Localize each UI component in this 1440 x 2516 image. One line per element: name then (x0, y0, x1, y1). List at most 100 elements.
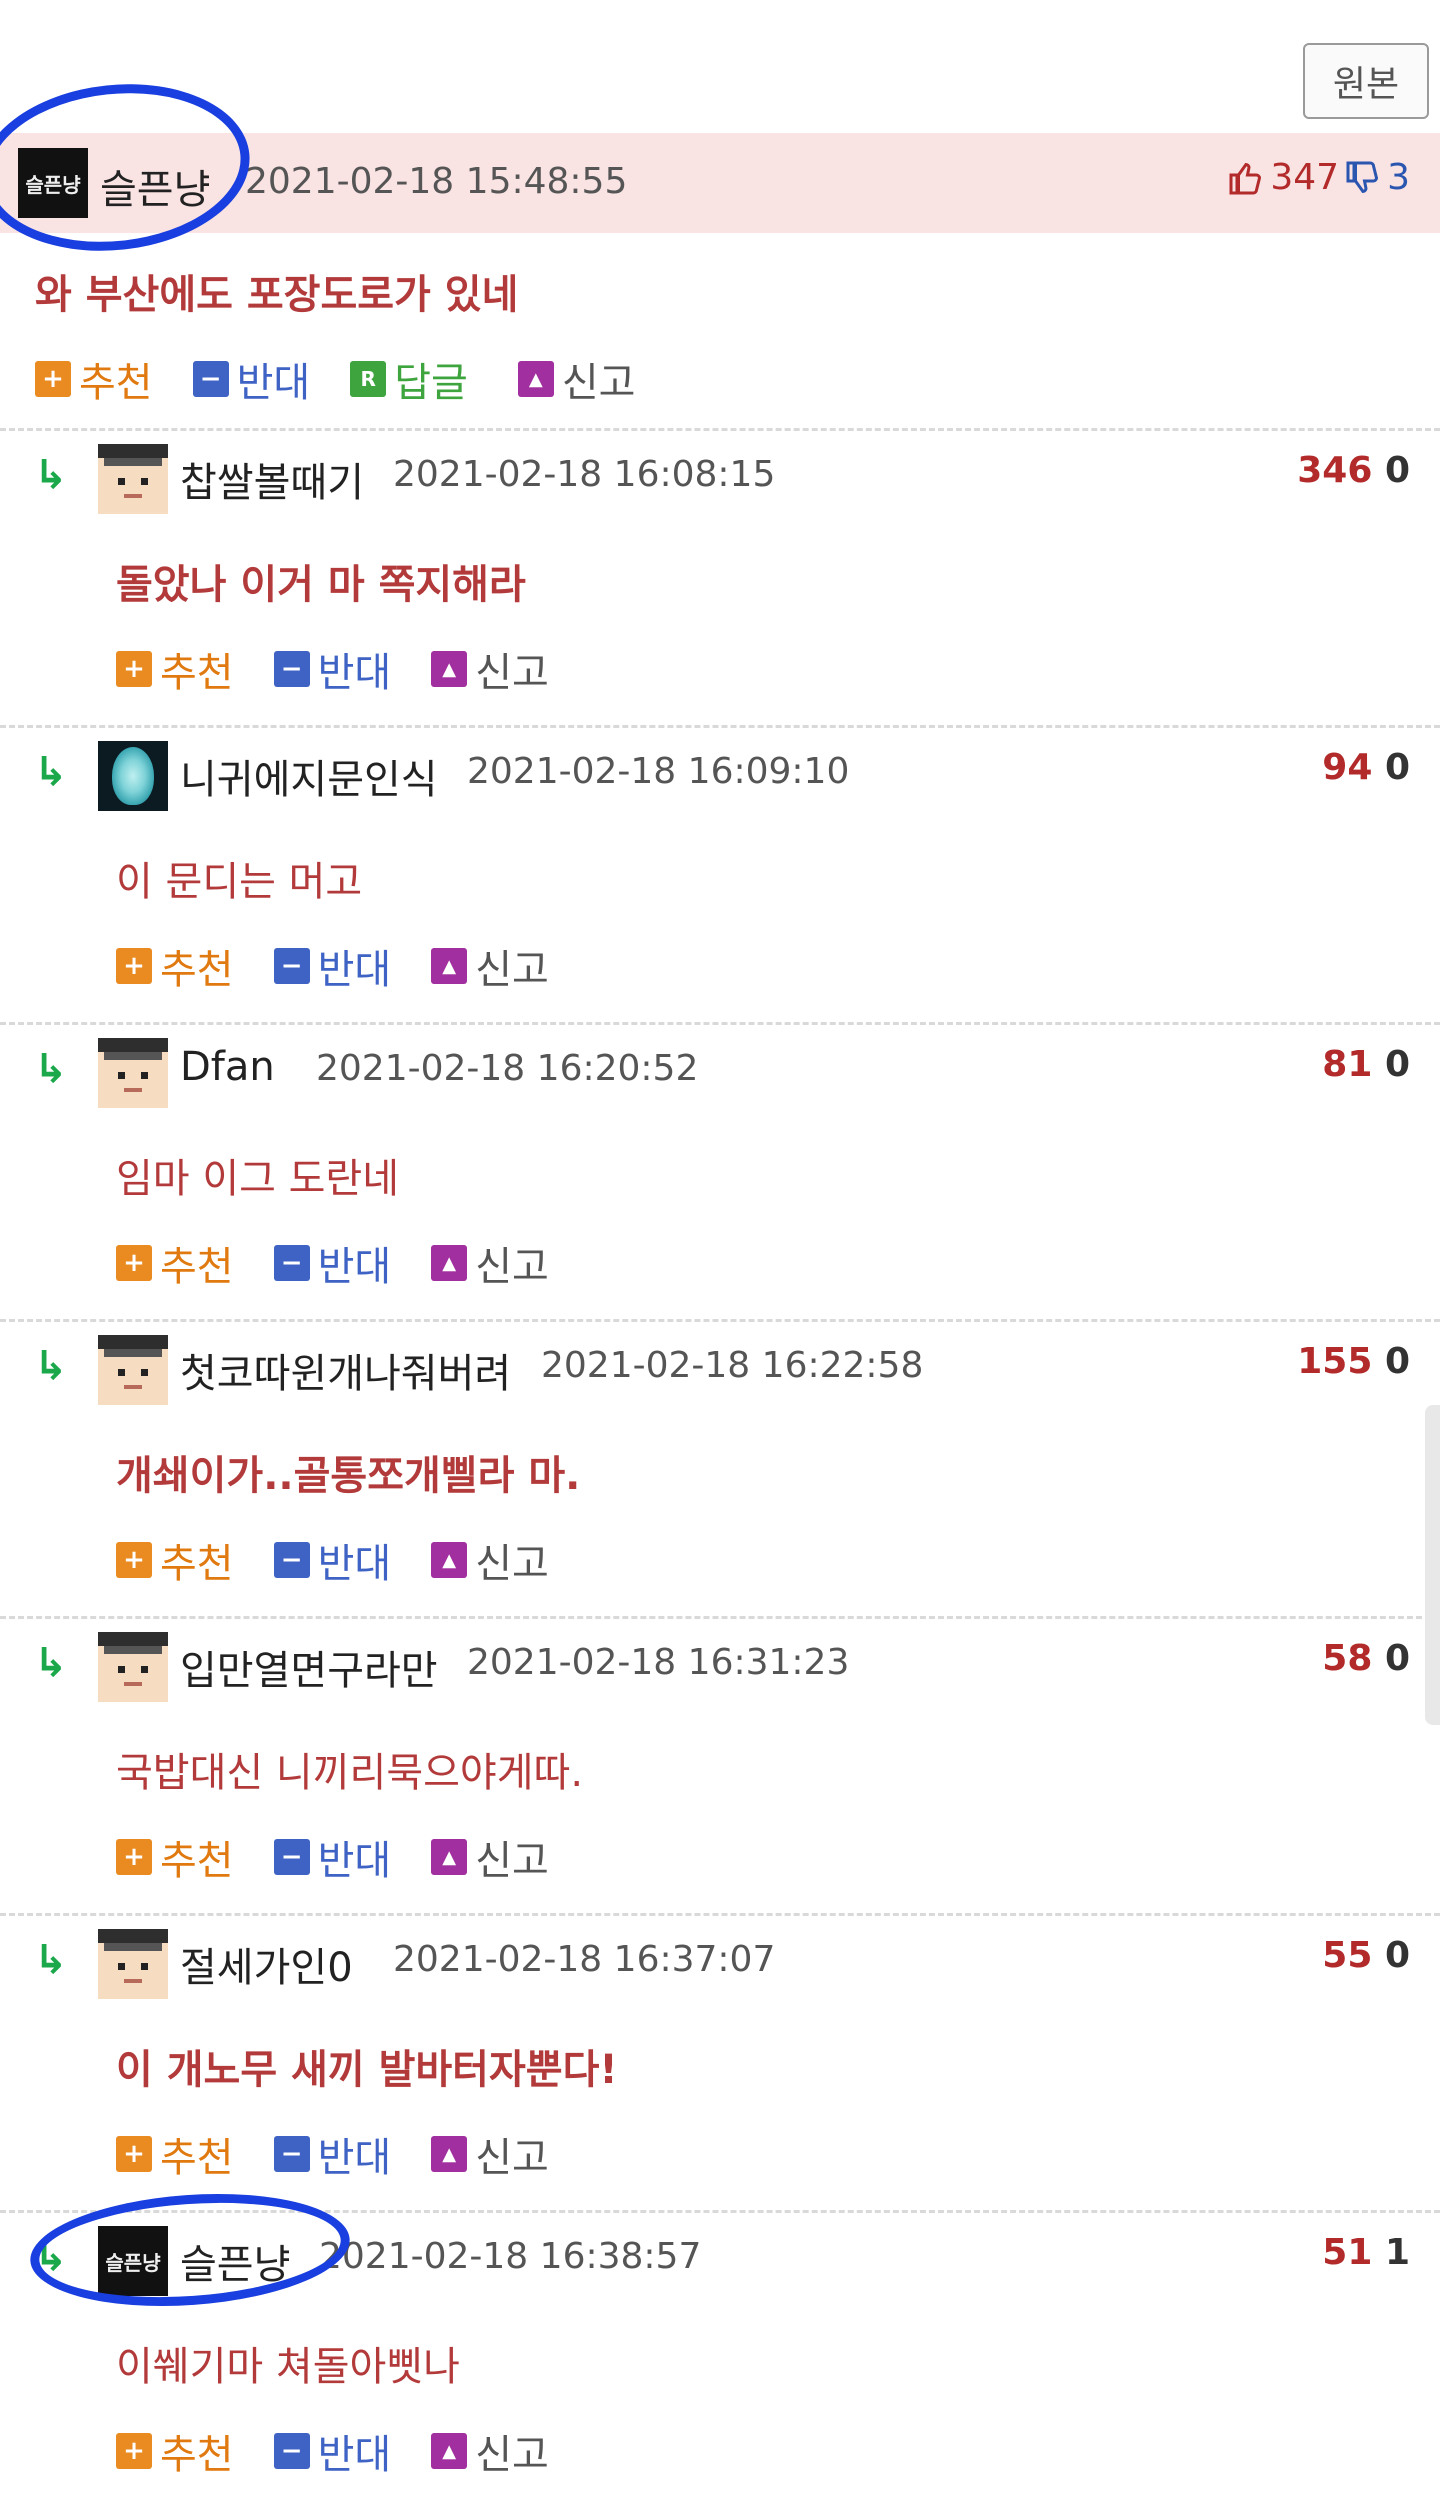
thumb-up-icon[interactable] (1228, 160, 1264, 196)
comment-actions: + 추천 − 반대 ▲ 신고 (116, 1236, 589, 1290)
minus-icon: − (273, 2136, 310, 2172)
siren-icon: ▲ (431, 1542, 468, 1578)
avatar[interactable]: 슬픈냥 (18, 148, 88, 218)
avatar[interactable] (98, 1038, 168, 1108)
avatar-cap (104, 1943, 162, 1951)
recommend-label: 추천 (160, 1838, 234, 1884)
nickname[interactable]: 찹쌀볼때기 (180, 450, 364, 508)
comment-actions: + 추천 − 반대 ▲ 신고 (116, 939, 589, 993)
scrollbar[interactable] (1425, 1405, 1440, 1725)
minus-icon: − (273, 651, 310, 687)
timestamp: 2021-02-18 16:20:52 (316, 1048, 699, 1089)
reply-arrow-icon: ↳ (34, 1046, 68, 1092)
report-button[interactable]: ▲ 신고 (431, 640, 549, 698)
siren-icon: ▲ (431, 1839, 468, 1875)
oppose-button[interactable]: − 반대 (273, 1828, 391, 1886)
avatar[interactable] (98, 1929, 168, 1999)
reply-arrow-icon: ↳ (34, 1640, 68, 1686)
recommend-button[interactable]: + 추천 (116, 1531, 234, 1589)
report-label: 신고 (475, 2432, 549, 2478)
avatar-mouth (124, 1088, 142, 1092)
divider (0, 1616, 1440, 1619)
report-button[interactable]: ▲ 신고 (431, 1531, 549, 1589)
report-label: 신고 (475, 1838, 549, 1884)
recommend-label: 추천 (160, 947, 234, 993)
recommend-label: 추천 (79, 360, 153, 406)
plus-icon: + (116, 651, 152, 687)
minus-icon: − (273, 1542, 310, 1578)
report-button[interactable]: ▲ 신고 (431, 2422, 549, 2480)
nickname[interactable]: 절세가인0 (180, 1935, 353, 1993)
nickname[interactable]: 첫코따윈개나줘버려 (180, 1341, 511, 1399)
recommend-button[interactable]: + 추천 (116, 2422, 234, 2480)
oppose-button[interactable]: − 반대 (273, 1531, 391, 1589)
avatar-eye (141, 478, 148, 485)
thumb-down-icon[interactable] (1345, 160, 1381, 196)
vote-counts: 94 0 (1322, 747, 1410, 788)
plus-icon: + (116, 2136, 152, 2172)
oppose-label: 반대 (236, 360, 311, 406)
recommend-button[interactable]: + 추천 (116, 937, 234, 995)
avatar[interactable]: 슬픈냥 (98, 2226, 168, 2296)
avatar-mouth (124, 1385, 142, 1389)
divider (0, 725, 1440, 728)
siren-icon: ▲ (431, 1245, 468, 1281)
recommend-button[interactable]: + 추천 (116, 1828, 234, 1886)
avatar[interactable] (98, 1335, 168, 1405)
recommend-label: 추천 (160, 1244, 234, 1290)
report-button[interactable]: ▲ 신고 (431, 2125, 549, 2183)
up-count: 155 (1297, 1341, 1373, 1382)
reply-icon: R (350, 361, 387, 397)
avatar[interactable] (98, 444, 168, 514)
report-button[interactable]: ▲ 신고 (431, 1828, 549, 1886)
avatar-eye (141, 1072, 148, 1079)
oppose-button[interactable]: − 반대 (273, 2125, 391, 2183)
recommend-button[interactable]: + 추천 (116, 2125, 234, 2183)
reply-button[interactable]: R 답글 (350, 350, 468, 408)
timestamp: 2021-02-18 16:38:57 (319, 2236, 702, 2277)
oppose-button[interactable]: − 반대 (273, 1234, 391, 1292)
oppose-button[interactable]: − 반대 (273, 2422, 392, 2480)
report-button[interactable]: ▲ 신고 (431, 1234, 549, 1292)
report-button[interactable]: ▲ 신고 (431, 937, 549, 995)
original-button[interactable]: 원본 (1303, 43, 1429, 119)
reply-arrow-icon: ↳ (34, 2234, 68, 2280)
recommend-button[interactable]: + 추천 (116, 640, 234, 698)
timestamp: 2021-02-18 16:09:10 (467, 751, 850, 792)
nickname[interactable]: 슬픈냥 (100, 157, 210, 215)
plus-icon: + (116, 1245, 152, 1281)
comment-actions: + 추천 − 반대 R 답글 ▲ 신고 (35, 352, 675, 406)
avatar[interactable] (98, 741, 168, 811)
up-count: 94 (1322, 747, 1373, 788)
recommend-button[interactable]: + 추천 (116, 1234, 234, 1292)
comment-body: 돌았나 이거 마 쪽지해라 (116, 562, 526, 608)
nickname[interactable]: 입만열면구라만 (180, 1638, 438, 1696)
oppose-button[interactable]: − 반대 (273, 640, 392, 698)
oppose-button[interactable]: − 반대 (192, 350, 311, 408)
oppose-button[interactable]: − 반대 (273, 937, 391, 995)
report-label: 신고 (561, 360, 636, 406)
minus-icon: − (273, 2433, 310, 2469)
nickname[interactable]: 슬픈냥 (180, 2232, 290, 2290)
oppose-label: 반대 (317, 650, 392, 696)
plus-icon: + (116, 1542, 152, 1578)
oppose-label: 반대 (317, 2432, 392, 2478)
up-count: 55 (1322, 1935, 1373, 1976)
minus-icon: − (273, 1839, 310, 1875)
report-button[interactable]: ▲ 신고 (517, 350, 636, 408)
siren-icon: ▲ (431, 948, 468, 984)
avatar-eye (118, 1666, 125, 1673)
avatar-cap (104, 1349, 162, 1357)
avatar-mouth (124, 1682, 142, 1686)
nickname[interactable]: 니귀에지문인식 (180, 747, 438, 805)
up-count: 347 (1270, 157, 1340, 198)
up-count: 81 (1322, 1044, 1373, 1085)
comment-body: 국밥대신 니끼리묵으야게따. (116, 1750, 584, 1796)
avatar-eye (118, 1072, 125, 1079)
avatar-mouth (124, 494, 142, 498)
avatar[interactable] (98, 1632, 168, 1702)
nickname[interactable]: Dfan (180, 1044, 275, 1090)
up-count: 51 (1322, 2232, 1373, 2273)
recommend-button[interactable]: + 추천 (35, 350, 153, 408)
comment-actions: + 추천 − 반대 ▲ 신고 (116, 1533, 589, 1587)
